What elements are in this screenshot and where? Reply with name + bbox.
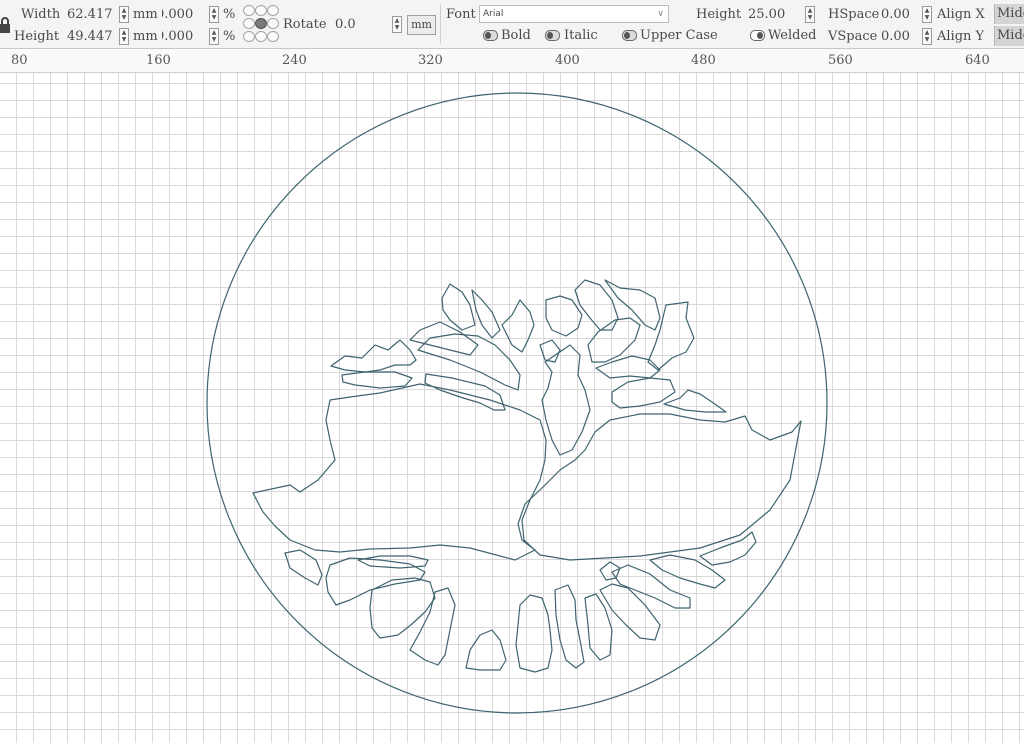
width-unit: mm [133,7,158,22]
root-pocket [325,557,426,606]
italic-label[interactable]: Italic [564,27,598,45]
ruler-label: 160 [146,53,171,68]
hspace-spinner[interactable]: ▲ ▼ [922,6,932,23]
upper-canopy-left [330,339,417,373]
vspace-spinner[interactable]: ▲ ▼ [922,28,932,45]
rotate-value[interactable]: 0.0 [335,16,356,34]
bold-label[interactable]: Bold [501,27,531,45]
width-label: Width [21,7,61,22]
font-label: Font [446,7,476,22]
root-pocket [599,583,661,641]
ruler-label: 240 [282,53,307,68]
text-height-spinner[interactable]: ▲ ▼ [805,6,815,23]
hspace-label: HSpace [828,7,880,22]
anchor-point-icon[interactable] [255,18,267,29]
anchor-point-icon[interactable] [267,5,279,16]
bold-toggle-icon[interactable] [483,30,498,41]
canopy-leaf [595,355,661,379]
canopy-leaf [501,299,535,353]
root-pocket [599,561,621,581]
align-x-value: Middle [997,6,1024,21]
chevron-down-icon: ∨ [657,9,664,19]
text-height-label: Height [696,7,742,22]
anchor-point-icon[interactable] [243,18,255,29]
root-pocket [699,531,757,566]
ruler-label: 480 [691,53,716,68]
scale-x-unit: % [223,7,236,22]
anchor-point-icon[interactable] [243,31,255,42]
root-pocket [369,577,436,639]
lock-icon[interactable] [0,16,10,33]
canopy-leaf [441,283,476,331]
align-y-select[interactable]: Middle [994,26,1024,46]
design-canvas[interactable] [0,73,1024,743]
welded-label[interactable]: Welded [768,27,817,45]
align-y-label: Align Y [937,29,985,44]
height-label: Height [14,29,60,44]
scale-y-field[interactable]: 0.000 [162,28,206,46]
canopy-leaf [409,321,479,356]
tree-trunk-outline [252,383,802,561]
center-branch [541,344,591,456]
height-unit: mm [133,29,158,44]
anchor-point-icon[interactable] [267,18,279,29]
anchor-point-icon[interactable] [255,31,267,42]
align-x-select[interactable]: Middle [994,4,1024,24]
anchor-point-icon[interactable] [267,31,279,42]
font-select-value: Arial [483,9,504,19]
unit-toggle-button[interactable]: mm [407,15,436,35]
vspace-value[interactable]: 0.00 [881,28,910,46]
anchor-point-icon[interactable] [255,5,267,16]
ruler-label: 320 [418,53,443,68]
root-pocket [465,629,507,671]
root-pocket [554,584,585,669]
tree-of-life-design[interactable] [0,73,1024,743]
font-select[interactable]: Arial ∨ [479,5,669,23]
scale-y-unit: % [223,29,236,44]
align-x-label: Align X [937,7,985,22]
rotate-label: Rotate [283,17,327,32]
height-value[interactable]: 49.447 [67,28,113,46]
toolbar-divider [440,4,441,44]
scale-y-value: 0.000 [162,29,194,44]
scale-x-spinner[interactable]: ▲ ▼ [209,6,219,23]
height-spinner[interactable]: ▲ ▼ [119,28,129,45]
uppercase-toggle-icon[interactable] [622,30,637,41]
vspace-label: VSpace [828,29,878,44]
property-toolbar: Width 62.417 ▲▼ mm Height 49.447 ▲▼ mm 0… [0,0,1024,49]
align-y-value: Middle [997,28,1024,43]
scale-x-field[interactable]: 0.000 [162,6,206,24]
uppercase-label[interactable]: Upper Case [640,27,718,45]
canopy-leaf [471,289,501,339]
rotate-spinner[interactable]: ▲ ▼ [392,16,402,33]
welded-toggle-icon[interactable] [750,30,765,41]
ruler-label: 560 [828,53,853,68]
canopy-leaf [545,295,583,337]
root-pocket [515,594,553,673]
root-pocket [409,587,456,666]
ruler-label: 400 [555,53,580,68]
italic-toggle-icon[interactable] [545,30,560,41]
horizontal-ruler: 80 160 240 320 400 480 560 640 [0,49,1024,73]
scale-x-value: 0.000 [162,7,194,22]
scale-y-spinner[interactable]: ▲ ▼ [209,28,219,45]
ruler-label: 640 [965,53,990,68]
anchor-point-icon[interactable] [243,5,255,16]
hspace-value[interactable]: 0.00 [881,6,910,24]
text-height-value[interactable]: 25.00 [748,6,785,24]
width-spinner[interactable]: ▲ ▼ [119,6,129,23]
canopy-leaf [341,371,413,389]
width-value[interactable]: 62.417 [67,6,113,24]
outer-circle [206,92,828,714]
canopy-leaf [647,301,695,371]
ruler-label: 80 [11,53,28,68]
root-pocket [284,549,323,586]
